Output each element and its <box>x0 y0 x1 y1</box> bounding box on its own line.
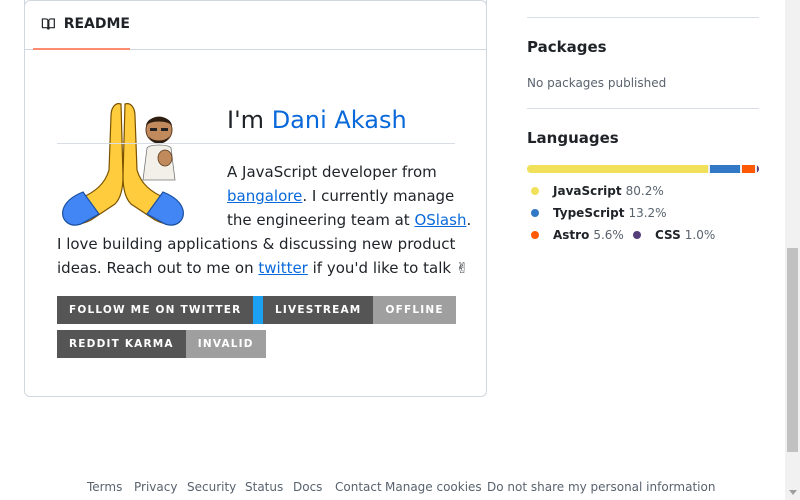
readme-tab-label: README <box>63 16 130 32</box>
twitter-link[interactable]: twitter <box>258 259 307 277</box>
languages-progress-bar <box>527 165 759 173</box>
language-item-css[interactable]: CSS 1.0% <box>633 228 715 242</box>
language-bar-segment-astro <box>742 165 755 173</box>
heading-divider <box>57 143 455 144</box>
language-color-dot <box>633 231 641 239</box>
languages-title: Languages <box>527 129 619 147</box>
book-icon <box>41 18 55 30</box>
language-percent: 5.6% <box>593 228 624 242</box>
bio-line-2: bangalore. I currently manage <box>227 184 454 208</box>
footer-link-contact[interactable]: Contact <box>335 480 382 494</box>
bio-text: A JavaScript developer from <box>227 163 437 181</box>
sidebar-divider <box>527 108 759 109</box>
readme-header: README <box>25 0 486 50</box>
bangalore-link[interactable]: bangalore <box>227 187 302 205</box>
badge-label: LIVESTREAM <box>263 296 374 324</box>
badge-label: FOLLOW ME ON TWITTER <box>57 296 254 324</box>
language-name: CSS <box>655 228 681 242</box>
scroll-down-arrow[interactable] <box>785 485 800 500</box>
footer-link-manage-cookies[interactable]: Manage cookies <box>385 480 482 494</box>
language-color-dot <box>531 231 539 239</box>
bio-text: I love building applications & discussin… <box>57 235 456 253</box>
language-item-javascript[interactable]: JavaScript 80.2% <box>531 184 664 198</box>
language-name: TypeScript <box>553 206 625 220</box>
language-percent: 13.2% <box>628 206 667 220</box>
language-color-dot <box>531 187 539 195</box>
bio-line-4: I love building applications & discussin… <box>57 232 455 256</box>
footer-link-privacy[interactable]: Privacy <box>134 480 177 494</box>
bio-line-1: A JavaScript developer from <box>227 160 437 184</box>
livestream-badge[interactable]: LIVESTREAM OFFLINE <box>263 296 456 324</box>
heading-name: Dani Akash <box>271 106 407 134</box>
footer-link-security[interactable]: Security <box>187 480 236 494</box>
footer-link-docs[interactable]: Docs <box>293 480 322 494</box>
readme-heading: I'm Dani Akash <box>227 106 407 134</box>
sidebar-divider <box>527 17 759 18</box>
language-name: JavaScript <box>553 184 622 198</box>
readme-tab[interactable]: README <box>33 0 130 50</box>
reddit-karma-badge[interactable]: REDDIT KARMA INVALID <box>57 330 266 358</box>
language-name: Astro <box>553 228 590 242</box>
badge-label: REDDIT KARMA <box>57 330 186 358</box>
oslash-link[interactable]: OSlash <box>414 211 466 229</box>
triangle-down-icon <box>788 489 797 495</box>
language-item-typescript[interactable]: TypeScript 13.2% <box>531 206 667 220</box>
bio-line-3: the engineering team at OSlash. <box>227 208 471 232</box>
language-bar-segment-javascript <box>527 165 709 173</box>
bio-line-5: ideas. Reach out to me on twitter if you… <box>57 256 468 280</box>
readme-card: README I'm Dani Akash A JavaScript devel… <box>24 0 487 397</box>
footer-link-terms[interactable]: Terms <box>87 480 122 494</box>
badge-value: INVALID <box>185 330 266 358</box>
badge-value: OFFLINE <box>373 296 456 324</box>
language-bar-segment-css <box>756 165 759 173</box>
footer-link-status[interactable]: Status <box>245 480 283 494</box>
scrollbar-thumb[interactable] <box>787 248 798 452</box>
bio-text: the engineering team at <box>227 211 415 229</box>
bio-text: if you'd like to talk ✌ <box>307 259 469 277</box>
footer-link-do-not-share[interactable]: Do not share my personal information <box>487 480 715 494</box>
language-percent: 80.2% <box>625 184 664 198</box>
bio-text: ideas. Reach out to me on <box>57 259 259 277</box>
heading-prefix: I'm <box>227 106 272 134</box>
language-color-dot <box>531 209 539 217</box>
packages-title[interactable]: Packages <box>527 38 607 56</box>
language-percent: 1.0% <box>684 228 716 242</box>
twitter-follow-badge[interactable]: FOLLOW ME ON TWITTER <box>57 296 278 324</box>
bio-text: . I currently manage <box>302 187 455 205</box>
bio-text: . <box>466 211 472 229</box>
language-item-astro[interactable]: Astro 5.6% <box>531 228 624 242</box>
no-packages-text: No packages published <box>527 76 667 90</box>
language-bar-segment-typescript <box>710 165 741 173</box>
praying-hands-avatar-image <box>62 103 184 226</box>
